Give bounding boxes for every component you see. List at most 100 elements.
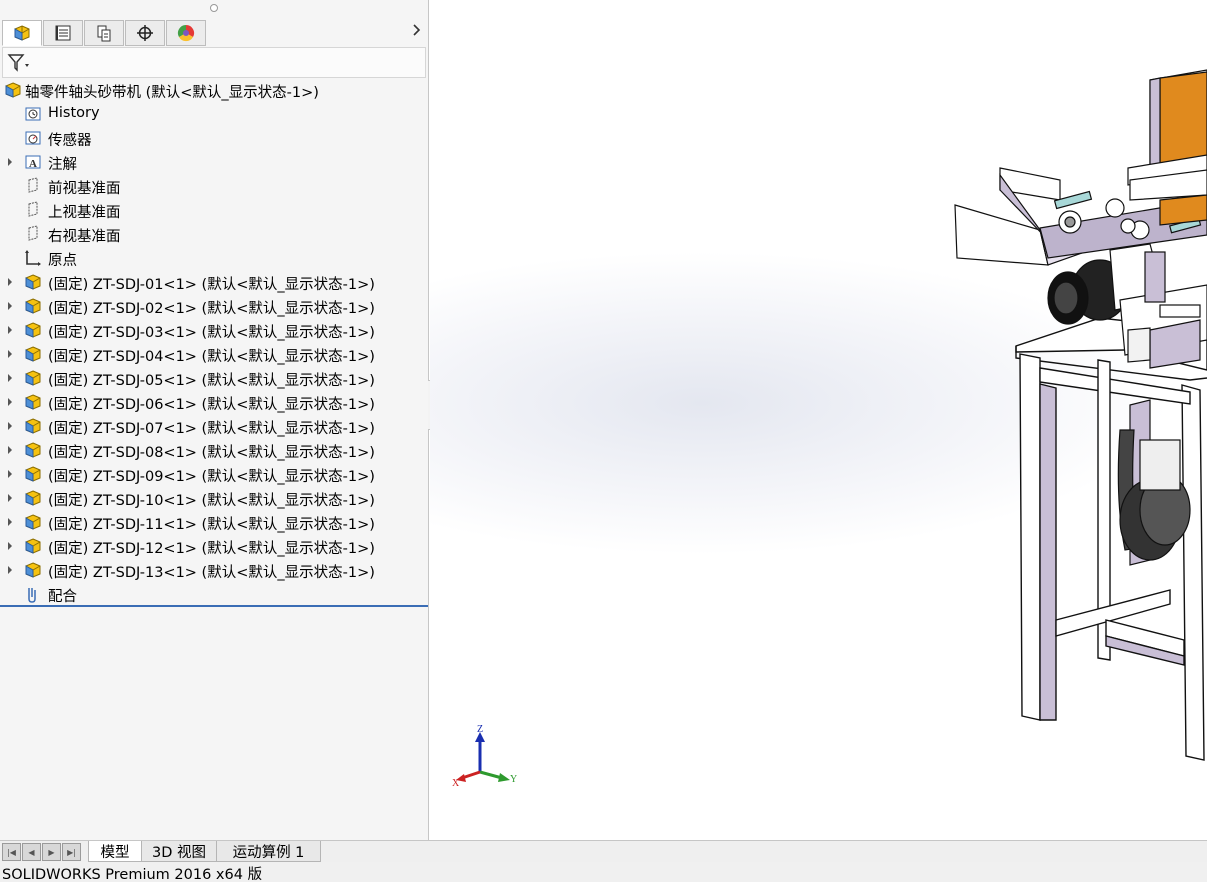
tree-item[interactable]: (固定) ZT-SDJ-05<1> (默认<默认_显示状态-1>) xyxy=(0,366,428,390)
expand-arrow-icon[interactable] xyxy=(6,276,14,288)
axis-z-label: Z xyxy=(477,724,483,735)
origin-icon xyxy=(25,250,41,266)
tab-propertymanager[interactable] xyxy=(43,20,83,46)
tree-item[interactable]: (固定) ZT-SDJ-08<1> (默认<默认_显示状态-1>) xyxy=(0,438,428,462)
part-icon xyxy=(25,514,41,530)
tree-item-label: (固定) ZT-SDJ-02<1> (默认<默认_显示状态-1>) xyxy=(48,301,375,317)
tree-item[interactable]: (固定) ZT-SDJ-10<1> (默认<默认_显示状态-1>) xyxy=(0,486,428,510)
part-icon xyxy=(25,394,41,410)
tree-item[interactable]: 原点 xyxy=(0,246,428,270)
tree-root-label: 轴零件轴头砂带机 (默认<默认_显示状态-1>) xyxy=(25,85,319,101)
part-icon xyxy=(25,274,41,290)
plane-icon xyxy=(28,201,38,217)
part-icon xyxy=(25,538,41,554)
tab-motion-study[interactable]: 运动算例 1 xyxy=(216,841,321,862)
tree-item-label: 上视基准面 xyxy=(48,205,121,221)
tree-item[interactable]: 上视基准面 xyxy=(0,198,428,222)
panel-grip-handle[interactable] xyxy=(210,4,218,12)
bottom-tab-bar: |◀ ◀ ▶ ▶| 模型 3D 视图 运动算例 1 xyxy=(0,840,1207,862)
tab-dimxpertmanager[interactable] xyxy=(125,20,165,46)
first-tab-icon[interactable]: |◀ xyxy=(2,843,21,861)
tree-item[interactable]: (固定) ZT-SDJ-02<1> (默认<默认_显示状态-1>) xyxy=(0,294,428,318)
expand-arrow-icon[interactable] xyxy=(6,492,14,504)
tree-item[interactable]: (固定) ZT-SDJ-12<1> (默认<默认_显示状态-1>) xyxy=(0,534,428,558)
tree-item[interactable]: (固定) ZT-SDJ-04<1> (默认<默认_显示状态-1>) xyxy=(0,342,428,366)
tab-model[interactable]: 模型 xyxy=(88,841,142,862)
tree-item-label: 原点 xyxy=(48,253,77,269)
tree-item-label: (固定) ZT-SDJ-06<1> (默认<默认_显示状态-1>) xyxy=(48,397,375,413)
status-bar: SOLIDWORKS Premium 2016 x64 版 xyxy=(0,862,1207,883)
tab-configurationmanager[interactable] xyxy=(84,20,124,46)
tab-featuremanager[interactable] xyxy=(2,20,42,46)
expand-arrow-icon[interactable] xyxy=(6,348,14,360)
expand-arrow-icon[interactable] xyxy=(6,156,14,168)
assembly-model-render xyxy=(954,69,1207,761)
assembly-icon xyxy=(14,25,30,41)
tree-item[interactable]: (固定) ZT-SDJ-03<1> (默认<默认_显示状态-1>) xyxy=(0,318,428,342)
part-icon xyxy=(25,442,41,458)
feature-manager-panel: 轴零件轴头砂带机 (默认<默认_显示状态-1>) History 传感器 A 注解 前视… xyxy=(0,0,429,840)
part-icon xyxy=(25,298,41,314)
expand-arrow-icon[interactable] xyxy=(6,396,14,408)
axis-y-label: Y xyxy=(510,774,517,785)
tree-item[interactable]: (固定) ZT-SDJ-09<1> (默认<默认_显示状态-1>) xyxy=(0,462,428,486)
tree-item[interactable]: (固定) ZT-SDJ-13<1> (默认<默认_显示状态-1>) xyxy=(0,558,428,582)
tree-rollback-bar[interactable] xyxy=(0,605,428,607)
next-tab-icon[interactable]: ▶ xyxy=(42,843,61,861)
chevron-right-icon[interactable] xyxy=(412,24,422,40)
expand-arrow-icon[interactable] xyxy=(6,324,14,336)
tree-item[interactable]: 前视基准面 xyxy=(0,174,428,198)
tree-item-label: (固定) ZT-SDJ-12<1> (默认<默认_显示状态-1>) xyxy=(48,541,375,557)
history-icon xyxy=(25,107,41,121)
tree-item[interactable]: 配合 xyxy=(0,582,428,606)
tab-navigation-buttons: |◀ ◀ ▶ ▶| xyxy=(2,843,82,861)
tree-item[interactable]: 右视基准面 xyxy=(0,222,428,246)
expand-arrow-icon[interactable] xyxy=(6,516,14,528)
plane-icon xyxy=(28,225,38,241)
tree-item[interactable]: (固定) ZT-SDJ-07<1> (默认<默认_显示状态-1>) xyxy=(0,414,428,438)
axis-triad-icon: Z Y X xyxy=(452,724,517,789)
tree-item[interactable]: (固定) ZT-SDJ-06<1> (默认<默认_显示状态-1>) xyxy=(0,390,428,414)
expand-arrow-icon[interactable] xyxy=(6,420,14,432)
tree-item-label: (固定) ZT-SDJ-11<1> (默认<默认_显示状态-1>) xyxy=(48,517,375,533)
tree-item-label: (固定) ZT-SDJ-13<1> (默认<默认_显示状态-1>) xyxy=(48,565,375,581)
svg-text:A: A xyxy=(29,158,37,170)
tree-item[interactable]: History xyxy=(0,102,428,126)
part-icon xyxy=(25,322,41,338)
tree-item[interactable]: A 注解 xyxy=(0,150,428,174)
expand-arrow-icon[interactable] xyxy=(6,540,14,552)
tree-item-label: 传感器 xyxy=(48,133,92,149)
manager-tabs xyxy=(2,20,207,46)
tree-item-label: (固定) ZT-SDJ-01<1> (默认<默认_显示状态-1>) xyxy=(48,277,375,293)
filter-icon[interactable] xyxy=(7,53,31,77)
prev-tab-icon[interactable]: ◀ xyxy=(22,843,41,861)
tree-root[interactable]: 轴零件轴头砂带机 (默认<默认_显示状态-1>) xyxy=(0,78,428,102)
tree-item-label: (固定) ZT-SDJ-07<1> (默认<默认_显示状态-1>) xyxy=(48,421,375,437)
expand-arrow-icon[interactable] xyxy=(6,372,14,384)
expand-arrow-icon[interactable] xyxy=(6,564,14,576)
tab-3d-view[interactable]: 3D 视图 xyxy=(141,841,217,862)
assembly-icon xyxy=(5,82,21,98)
part-icon xyxy=(25,490,41,506)
part-icon xyxy=(25,466,41,482)
tab-displaymanager[interactable] xyxy=(166,20,206,46)
expand-arrow-icon[interactable] xyxy=(6,444,14,456)
last-tab-icon[interactable]: ▶| xyxy=(62,843,81,861)
tree-filter-bar[interactable] xyxy=(2,47,426,78)
tree-item-label: (固定) ZT-SDJ-04<1> (默认<默认_显示状态-1>) xyxy=(48,349,375,365)
axis-x-label: X xyxy=(452,778,460,789)
status-text: SOLIDWORKS Premium 2016 x64 版 xyxy=(2,867,263,883)
graphics-area[interactable]: Z Y X xyxy=(430,0,1207,840)
expand-arrow-icon[interactable] xyxy=(6,300,14,312)
tree-item[interactable]: (固定) ZT-SDJ-11<1> (默认<默认_显示状态-1>) xyxy=(0,510,428,534)
tree-item-label: History xyxy=(48,105,100,121)
configuration-icon xyxy=(97,25,111,42)
tree-item-label: 配合 xyxy=(48,589,77,605)
tree-item[interactable]: (固定) ZT-SDJ-01<1> (默认<默认_显示状态-1>) xyxy=(0,270,428,294)
part-icon xyxy=(25,418,41,434)
tree-item[interactable]: 传感器 xyxy=(0,126,428,150)
expand-arrow-icon[interactable] xyxy=(6,468,14,480)
tree-item-label: (固定) ZT-SDJ-08<1> (默认<默认_显示状态-1>) xyxy=(48,445,375,461)
tree-item-label: (固定) ZT-SDJ-10<1> (默认<默认_显示状态-1>) xyxy=(48,493,375,509)
tree-item-label: (固定) ZT-SDJ-03<1> (默认<默认_显示状态-1>) xyxy=(48,325,375,341)
